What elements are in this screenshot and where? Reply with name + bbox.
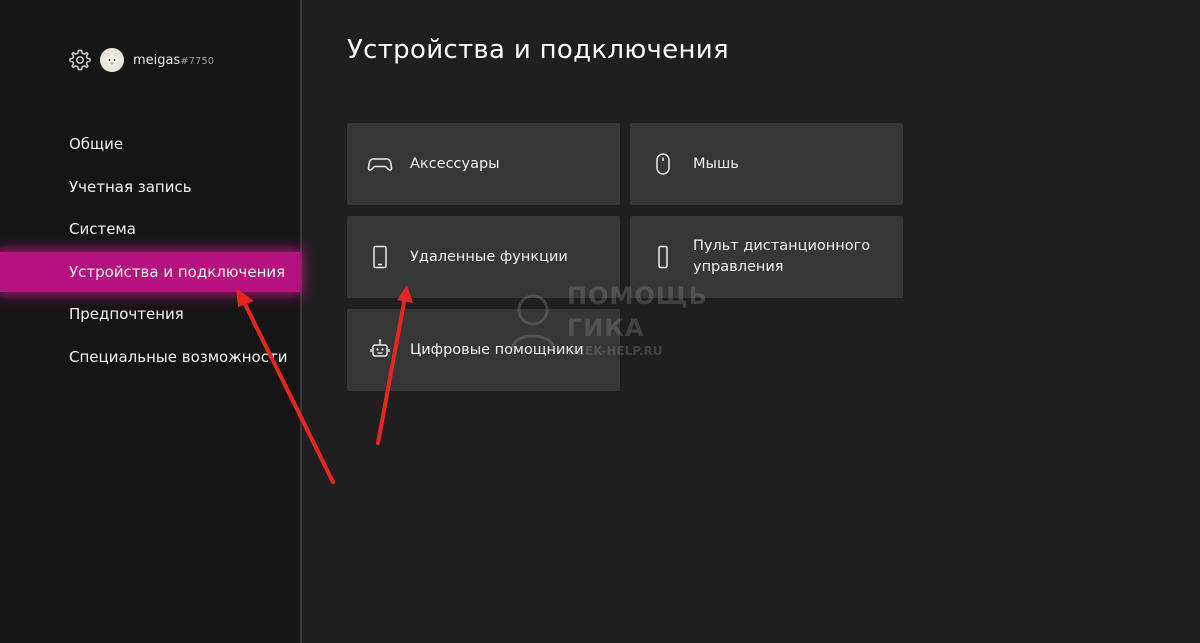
tile-mouse[interactable]: Мышь (630, 123, 903, 205)
sidebar-item-label: Предпочтения (69, 305, 184, 323)
sidebar-item-preferences[interactable]: Предпочтения (0, 294, 300, 334)
watermark-logo-icon (511, 294, 555, 349)
tile-label: Аксессуары (410, 155, 500, 172)
page-title: Устройства и подключения (347, 35, 729, 65)
settings-sidebar: meigas#7750 Общие Учетная запись Система… (0, 0, 302, 643)
profile-header: meigas#7750 (68, 46, 214, 74)
sidebar-item-label: Система (69, 220, 136, 238)
sidebar-item-account[interactable]: Учетная запись (0, 167, 300, 207)
sidebar-item-label: Устройства и подключения (69, 263, 286, 281)
tile-label: Мышь (693, 155, 739, 172)
sidebar-item-accessibility[interactable]: Специальные возможности (0, 337, 300, 377)
watermark: ПОМОЩЬ ГИКА GEEK-HELP.RU (505, 282, 708, 362)
sidebar-item-system[interactable]: Система (0, 209, 300, 249)
phone-icon (367, 244, 393, 270)
sidebar-item-general[interactable]: Общие (0, 124, 300, 164)
tile-label: Пульт дистанционного управления (693, 238, 871, 275)
watermark-line1: ПОМОЩЬ (567, 282, 708, 310)
sidebar-item-devices-connections[interactable]: Устройства и подключения (0, 252, 300, 292)
gamertag: meigas#7750 (133, 53, 214, 68)
assistant-bot-icon (367, 337, 393, 363)
gamepad-icon (367, 151, 393, 177)
tile-label: Удаленные функции (410, 248, 568, 265)
remote-icon (650, 244, 676, 270)
tile-accessories[interactable]: Аксессуары (347, 123, 620, 205)
gamertag-suffix: #7750 (180, 55, 215, 67)
watermark-line2: ГИКА (567, 314, 645, 342)
watermark-line3: GEEK-HELP.RU (567, 344, 663, 358)
sidebar-item-label: Учетная запись (69, 178, 192, 196)
avatar[interactable] (100, 48, 124, 72)
sidebar-item-label: Специальные возможности (69, 348, 288, 366)
gear-icon[interactable] (68, 48, 92, 72)
gamertag-name: meigas (133, 52, 181, 68)
mouse-icon (650, 151, 676, 177)
sidebar-item-label: Общие (69, 135, 124, 153)
